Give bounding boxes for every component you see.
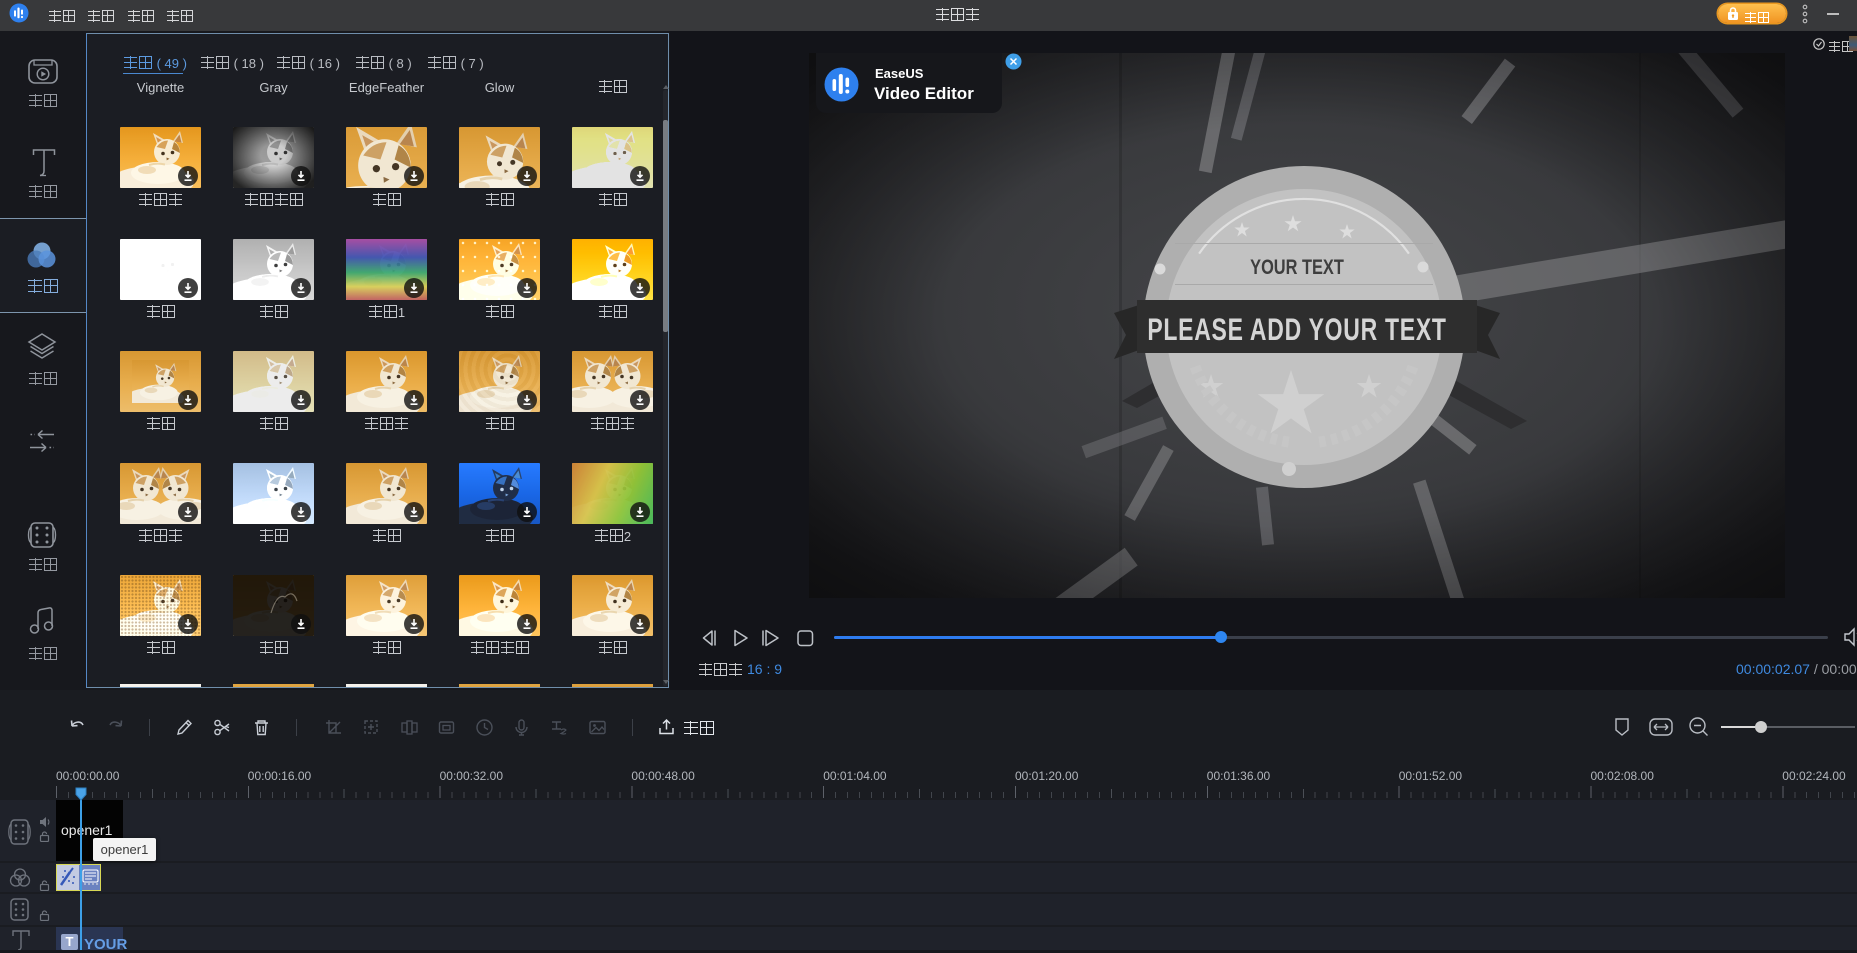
svg-text:YOUR TEXT: YOUR TEXT — [1250, 255, 1344, 278]
svg-text:PLEASE ADD YOUR TEXT: PLEASE ADD YOUR TEXT — [1147, 311, 1446, 346]
